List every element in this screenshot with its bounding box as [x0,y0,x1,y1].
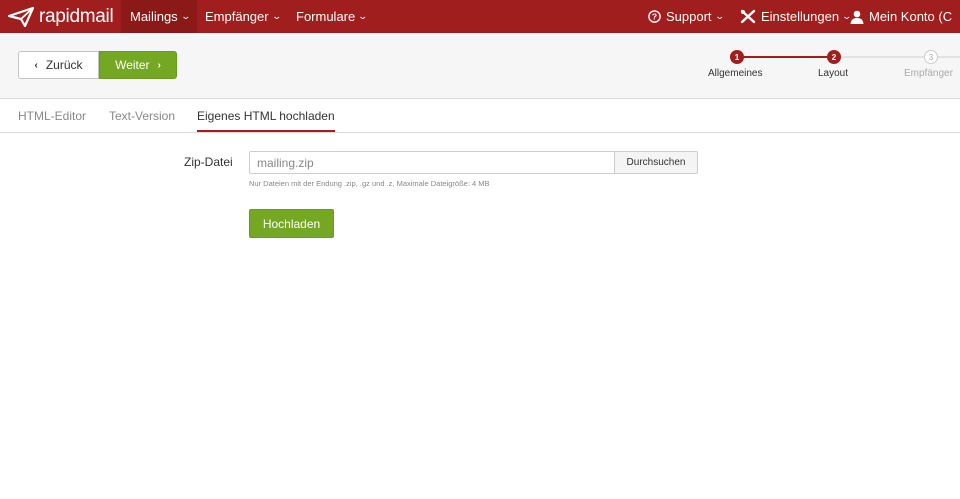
chevron-down-icon: ⌄ [714,11,725,21]
next-button[interactable]: Weiter › [99,51,177,79]
zip-file-input[interactable]: mailing.zip [249,151,615,174]
step-3-dot: 3 [924,50,938,64]
nav-mailings-label: Mailings [130,9,178,24]
tab-html-editor[interactable]: HTML-Editor [18,99,86,132]
nav-mailings[interactable]: Mailings ⌄ [121,0,197,33]
tab-upload-html[interactable]: Eigenes HTML hochladen [197,99,335,132]
top-navbar: rapidmail Mailings ⌄ Empfänger ⌄ Formulare… [0,0,960,33]
zip-file-label: Zip-Datei [184,155,233,169]
wizard-toolbar: ‹ Zurück Weiter › 1 Allgemeines 2 Layout… [0,33,960,99]
browse-button[interactable]: Durchsuchen [614,151,698,174]
tab-text-version[interactable]: Text-Version [109,99,175,132]
back-button-label: Zurück [45,58,83,72]
nav-settings[interactable]: Einstellungen ⌄ [740,0,852,33]
brand-name: rapidmail [39,5,114,27]
nav-account-label: Mein Konto (C [869,9,953,24]
back-button[interactable]: ‹ Zurück [18,51,99,79]
step-remaining-line [937,56,960,58]
step-2-dot[interactable]: 2 [827,50,841,64]
editor-tabs: HTML-Editor Text-Version Eigenes HTML ho… [0,99,960,133]
nav-support[interactable]: ? Support ⌄ [648,0,725,33]
step-remaining-line [841,56,931,58]
chevron-down-icon: ⌄ [271,11,282,21]
file-help-text: Nur Dateien mit der Endung .zip, .gz und… [249,179,490,188]
nav-support-label: Support [666,9,712,24]
svg-text:?: ? [652,12,657,22]
chevron-right-icon: › [157,59,161,71]
step-3-label: Empfänger [904,68,953,79]
step-1-label: Allgemeines [708,68,763,79]
step-2-label: Layout [818,68,849,79]
nav-account[interactable]: Mein Konto (C [850,0,952,33]
tools-icon [740,9,756,24]
question-circle-icon: ? [648,10,661,23]
nav-formulare[interactable]: Formulare ⌄ [296,0,369,33]
brand-logo[interactable]: rapidmail [8,0,114,33]
next-button-label: Weiter [115,58,150,72]
user-icon [850,10,864,24]
nav-formulare-label: Formulare [296,9,356,24]
nav-empfaenger-label: Empfänger [205,9,269,24]
chevron-down-icon: ⌄ [357,11,369,21]
paper-plane-icon [8,6,34,27]
nav-empfaenger[interactable]: Empfänger ⌄ [205,0,282,33]
nav-settings-label: Einstellungen [761,9,840,24]
chevron-left-icon: ‹ [34,59,38,71]
chevron-down-icon: ⌄ [180,11,191,21]
step-1-dot[interactable]: 1 [730,50,744,64]
step-progress-line [737,56,834,58]
upload-button[interactable]: Hochladen [249,209,334,238]
